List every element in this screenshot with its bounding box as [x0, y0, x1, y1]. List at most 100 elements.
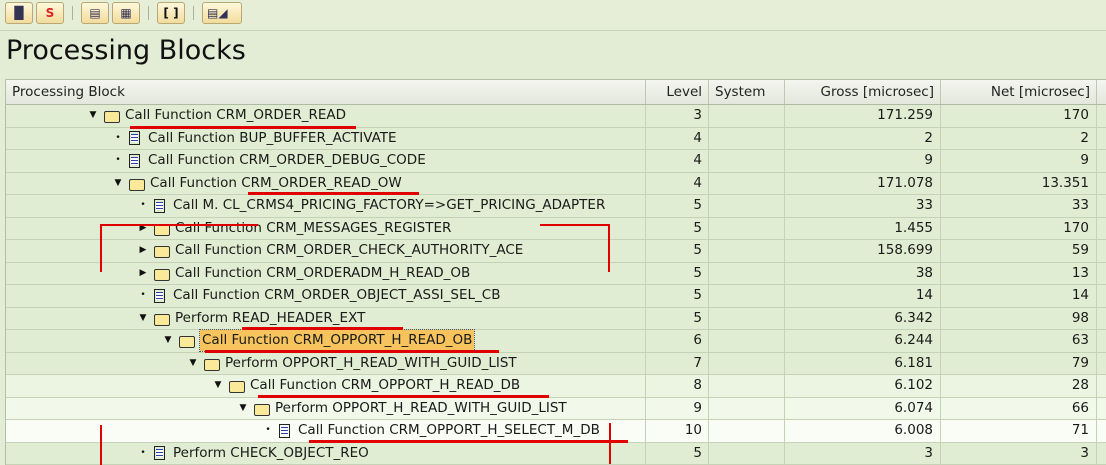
layout-menu-icon: ▤◢ [207, 6, 228, 20]
collapse-node-icon[interactable]: ▼ [186, 353, 200, 374]
level-cell: 5 [646, 195, 709, 217]
layout-menu-button[interactable]: ▤◢ [202, 2, 242, 24]
level-cell: 5 [646, 263, 709, 285]
net-cell: 59 [941, 240, 1097, 262]
level-cell: 10 [646, 420, 709, 442]
red-annotation-mark [309, 440, 628, 443]
red-annotation-mark [100, 224, 258, 226]
hierarchy-button[interactable]: ▤ [81, 2, 109, 24]
table-row[interactable]: ▼ Perform OPPORT_H_READ_WITH_GUID_LIST 7… [6, 353, 1106, 376]
gross-cell: 38 [785, 263, 941, 285]
stop-button[interactable]: S [36, 2, 64, 24]
processing-block-label[interactable]: Call M. CL_CRMS4_PRICING_FACTORY=>GET_PR… [173, 195, 605, 216]
folder-icon [104, 111, 120, 123]
gross-cell: 171.259 [785, 105, 941, 127]
gross-cell: 6.008 [785, 420, 941, 442]
system-cell [709, 443, 785, 465]
level-cell: 7 [646, 353, 709, 375]
processing-block-cell: ▼ Call Function CRM_ORDER_READ_OW [6, 173, 646, 195]
table-row[interactable]: • Call M. CL_CRMS4_PRICING_FACTORY=>GET_… [6, 195, 1106, 218]
processing-block-label[interactable]: Call Function CRM_ORDER_OBJECT_ASSI_SEL_… [173, 285, 500, 306]
net-cell: 3 [941, 443, 1097, 465]
grid-button[interactable]: ▦ [112, 2, 140, 24]
table-row[interactable]: ▶ Call Function CRM_ORDER_CHECK_AUTHORIT… [6, 240, 1106, 263]
net-cell: 28 [941, 375, 1097, 397]
level-cell: 5 [646, 308, 709, 330]
table-row[interactable]: • Perform CHECK_OBJECT_REO 5 3 3 [6, 443, 1106, 465]
table-row[interactable]: ▼ Call Function CRM_ORDER_READ 3 171.259… [6, 105, 1106, 128]
expand-node-icon[interactable]: ▶ [136, 263, 150, 284]
processing-block-label[interactable]: Perform CHECK_OBJECT_REO [173, 443, 369, 464]
net-cell: 66 [941, 398, 1097, 420]
processing-block-cell: ▼ Call Function CRM_ORDER_READ [6, 105, 646, 127]
table-row[interactable]: ▶ Call Function CRM_ORDERADM_H_READ_OB 5… [6, 263, 1106, 286]
folder-icon [204, 359, 220, 371]
toolbar-separator [193, 6, 194, 20]
table-body: ▼ Call Function CRM_ORDER_READ 3 171.259… [6, 105, 1106, 465]
column-header-level[interactable]: Level [646, 80, 709, 104]
processing-block-label[interactable]: Call Function CRM_ORDER_DEBUG_CODE [148, 150, 426, 171]
processing-block-label[interactable]: Call Function BUP_BUFFER_ACTIVATE [148, 128, 397, 149]
table-row[interactable]: ▼ Call Function CRM_OPPORT_H_READ_OB 6 6… [6, 330, 1106, 353]
processing-block-label[interactable]: Call Function CRM_OPPORT_H_SELECT_M_DB [298, 420, 600, 441]
processing-block-label[interactable]: Call Function CRM_MESSAGES_REGISTER [175, 218, 451, 239]
binoculars-button[interactable]: ▐▌ [5, 2, 33, 24]
collapse-node-icon[interactable]: ▼ [161, 330, 175, 351]
gross-cell: 6.244 [785, 330, 941, 352]
collapse-node-icon[interactable]: ▼ [236, 398, 250, 419]
folder-icon [154, 314, 170, 326]
table-row[interactable]: ▼ Call Function CRM_OPPORT_H_READ_DB 8 6… [6, 375, 1106, 398]
gross-cell: 158.699 [785, 240, 941, 262]
net-cell: 33 [941, 195, 1097, 217]
column-header-processing-block[interactable]: Processing Block [6, 80, 646, 104]
system-cell [709, 375, 785, 397]
processing-block-cell: • Call Function CRM_OPPORT_H_SELECT_M_DB [6, 420, 646, 442]
system-cell [709, 285, 785, 307]
brackets-button[interactable]: [ ] [157, 2, 185, 24]
processing-block-cell: • Call Function BUP_BUFFER_ACTIVATE [6, 128, 646, 150]
processing-block-label[interactable]: Call Function CRM_OPPORT_H_READ_DB [250, 375, 520, 396]
gross-cell: 1.455 [785, 218, 941, 240]
gross-cell: 6.181 [785, 353, 941, 375]
column-header-system[interactable]: System [709, 80, 785, 104]
processing-block-cell: ▼ Call Function CRM_OPPORT_H_READ_DB [6, 375, 646, 397]
net-cell: 13 [941, 263, 1097, 285]
red-annotation-mark [258, 395, 549, 398]
red-annotation-mark [130, 126, 356, 129]
processing-block-cell: • Call Function CRM_ORDER_OBJECT_ASSI_SE… [6, 285, 646, 307]
system-cell [709, 240, 785, 262]
column-header-net[interactable]: Net [microsec] [941, 80, 1097, 104]
table-row[interactable]: ▶ Call Function CRM_MESSAGES_REGISTER 5 … [6, 218, 1106, 241]
net-cell: 14 [941, 285, 1097, 307]
column-header-gross[interactable]: Gross [microsec] [785, 80, 941, 104]
gross-cell: 6.102 [785, 375, 941, 397]
table-row[interactable]: ▼ Perform OPPORT_H_READ_WITH_GUID_LIST 9… [6, 398, 1106, 421]
leaf-bullet-icon: • [111, 128, 125, 149]
processing-block-cell: • Perform CHECK_OBJECT_REO [6, 443, 646, 465]
table-row[interactable]: • Call Function BUP_BUFFER_ACTIVATE 4 2 … [6, 128, 1106, 151]
table-row[interactable]: • Call Function CRM_ORDER_OBJECT_ASSI_SE… [6, 285, 1106, 308]
processing-block-label[interactable]: Call Function CRM_ORDERADM_H_READ_OB [175, 263, 470, 284]
expand-node-icon[interactable]: ▶ [136, 240, 150, 261]
table-row[interactable]: ▼ Call Function CRM_ORDER_READ_OW 4 171.… [6, 173, 1106, 196]
processing-block-cell: • Call M. CL_CRMS4_PRICING_FACTORY=>GET_… [6, 195, 646, 217]
collapse-node-icon[interactable]: ▼ [211, 375, 225, 396]
collapse-node-icon[interactable]: ▼ [136, 308, 150, 329]
red-annotation-mark [540, 224, 609, 226]
processing-block-label[interactable]: Call Function CRM_ORDER_READ [125, 105, 346, 126]
net-cell: 13.351 [941, 173, 1097, 195]
expand-node-icon[interactable]: ▶ [136, 218, 150, 239]
collapse-node-icon[interactable]: ▼ [111, 173, 125, 194]
processing-block-label[interactable]: Perform OPPORT_H_READ_WITH_GUID_LIST [275, 398, 567, 419]
gross-cell: 3 [785, 443, 941, 465]
processing-block-cell: ▶ Call Function CRM_MESSAGES_REGISTER [6, 218, 646, 240]
system-cell [709, 263, 785, 285]
processing-block-label[interactable]: Call Function CRM_OPPORT_H_READ_OB [200, 330, 474, 351]
collapse-node-icon[interactable]: ▼ [86, 105, 100, 126]
table-row[interactable]: ▼ Perform READ_HEADER_EXT 5 6.342 98 [6, 308, 1106, 331]
processing-block-label[interactable]: Call Function CRM_ORDER_READ_OW [150, 173, 402, 194]
table-row[interactable]: • Call Function CRM_ORDER_DEBUG_CODE 4 9… [6, 150, 1106, 173]
processing-block-label[interactable]: Call Function CRM_ORDER_CHECK_AUTHORITY_… [175, 240, 523, 261]
processing-block-label[interactable]: Perform READ_HEADER_EXT [175, 308, 365, 329]
processing-block-label[interactable]: Perform OPPORT_H_READ_WITH_GUID_LIST [225, 353, 517, 374]
